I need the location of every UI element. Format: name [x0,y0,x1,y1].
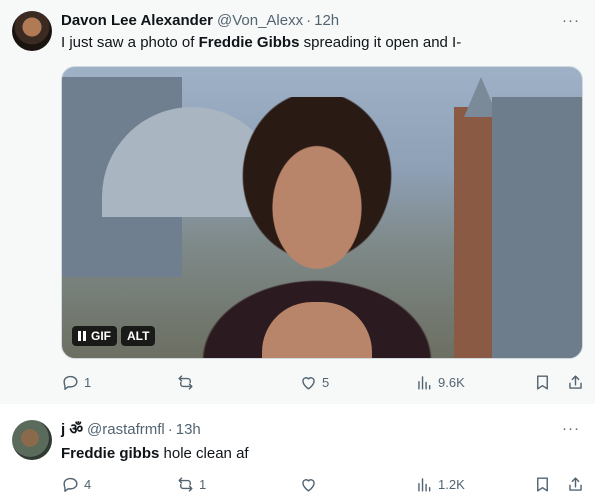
tweet-text-after: spreading it open and I- [299,34,462,51]
bookmark-icon [537,374,548,390]
media-badges: GIF ALT [72,326,156,346]
timestamp[interactable]: 13h [176,421,201,438]
views-button[interactable]: 9.6K [415,372,465,392]
like-button[interactable]: 5 [299,372,329,392]
display-name[interactable]: Davon Lee Alexander [61,12,213,29]
view-count: 1.2K [438,476,465,492]
avatar[interactable] [12,420,52,460]
analytics-icon [418,375,431,390]
avatar[interactable] [12,11,52,51]
user-handle[interactable]: @Von_Alexx [217,12,303,29]
tweet-text: I just saw a photo of Freddie Gibbs spre… [61,33,461,53]
gif-badge[interactable]: GIF [72,326,117,346]
bookmark-icon [537,476,548,492]
repost-icon [178,374,193,390]
pause-icon[interactable] [78,331,86,341]
timestamp[interactable]: 12h [314,12,339,29]
tweet-header: j ॐ @rastafrmfl · 13h [61,419,201,439]
repost-count: 1 [199,476,207,492]
heart-icon [302,376,315,390]
bookmark-button[interactable] [533,372,552,392]
bookmark-button[interactable] [533,474,552,494]
heart-icon [302,478,315,492]
repost-button[interactable]: 1 [176,474,206,494]
analytics-icon [418,477,431,492]
share-button[interactable] [566,474,585,494]
tweet-text-before: I just saw a photo of [61,34,199,51]
reply-icon [63,375,78,390]
user-handle[interactable]: @rastafrmfl [87,421,165,438]
alt-badge[interactable]: ALT [121,326,156,346]
separator-dot: · [306,11,312,29]
more-options-icon[interactable]: ··· [561,10,581,30]
display-name[interactable]: j ॐ [61,419,83,439]
tweet-header: Davon Lee Alexander @Von_Alexx · 12h [61,10,339,30]
reply-count: 4 [84,476,92,492]
tweet-text-bold: Freddie gibbs [61,445,160,462]
action-bar: 1 5 9.6K [61,372,588,392]
tweet-text: Freddie gibbs hole clean af [61,444,249,464]
separator-dot: · [167,420,173,438]
like-button[interactable] [299,474,322,494]
share-icon [569,374,582,389]
views-button[interactable]: 1.2K [415,474,465,494]
more-options-icon[interactable]: ··· [561,418,581,438]
tweet-main[interactable]: Davon Lee Alexander @Von_Alexx · 12h ···… [0,0,595,404]
share-icon [569,476,582,491]
reply-button[interactable]: 1 [61,372,91,392]
tweet-text-bold: Freddie Gibbs [198,34,300,51]
repost-icon [178,476,193,492]
tweet-text-after: hole clean af [159,445,249,462]
reply-button[interactable]: 4 [61,474,91,494]
action-bar: 4 1 1.2K [61,474,588,494]
tweet-reply[interactable]: j ॐ @rastafrmfl · 13h ··· Freddie gibbs … [0,404,595,503]
share-button[interactable] [566,372,585,392]
view-count: 9.6K [438,374,465,390]
like-count: 5 [322,374,330,390]
gif-label: GIF [91,329,111,343]
gif-media[interactable] [61,66,583,359]
media-scene-building-right [492,97,582,358]
reply-count: 1 [84,374,92,390]
reply-icon [63,477,78,492]
repost-button[interactable] [176,372,199,392]
